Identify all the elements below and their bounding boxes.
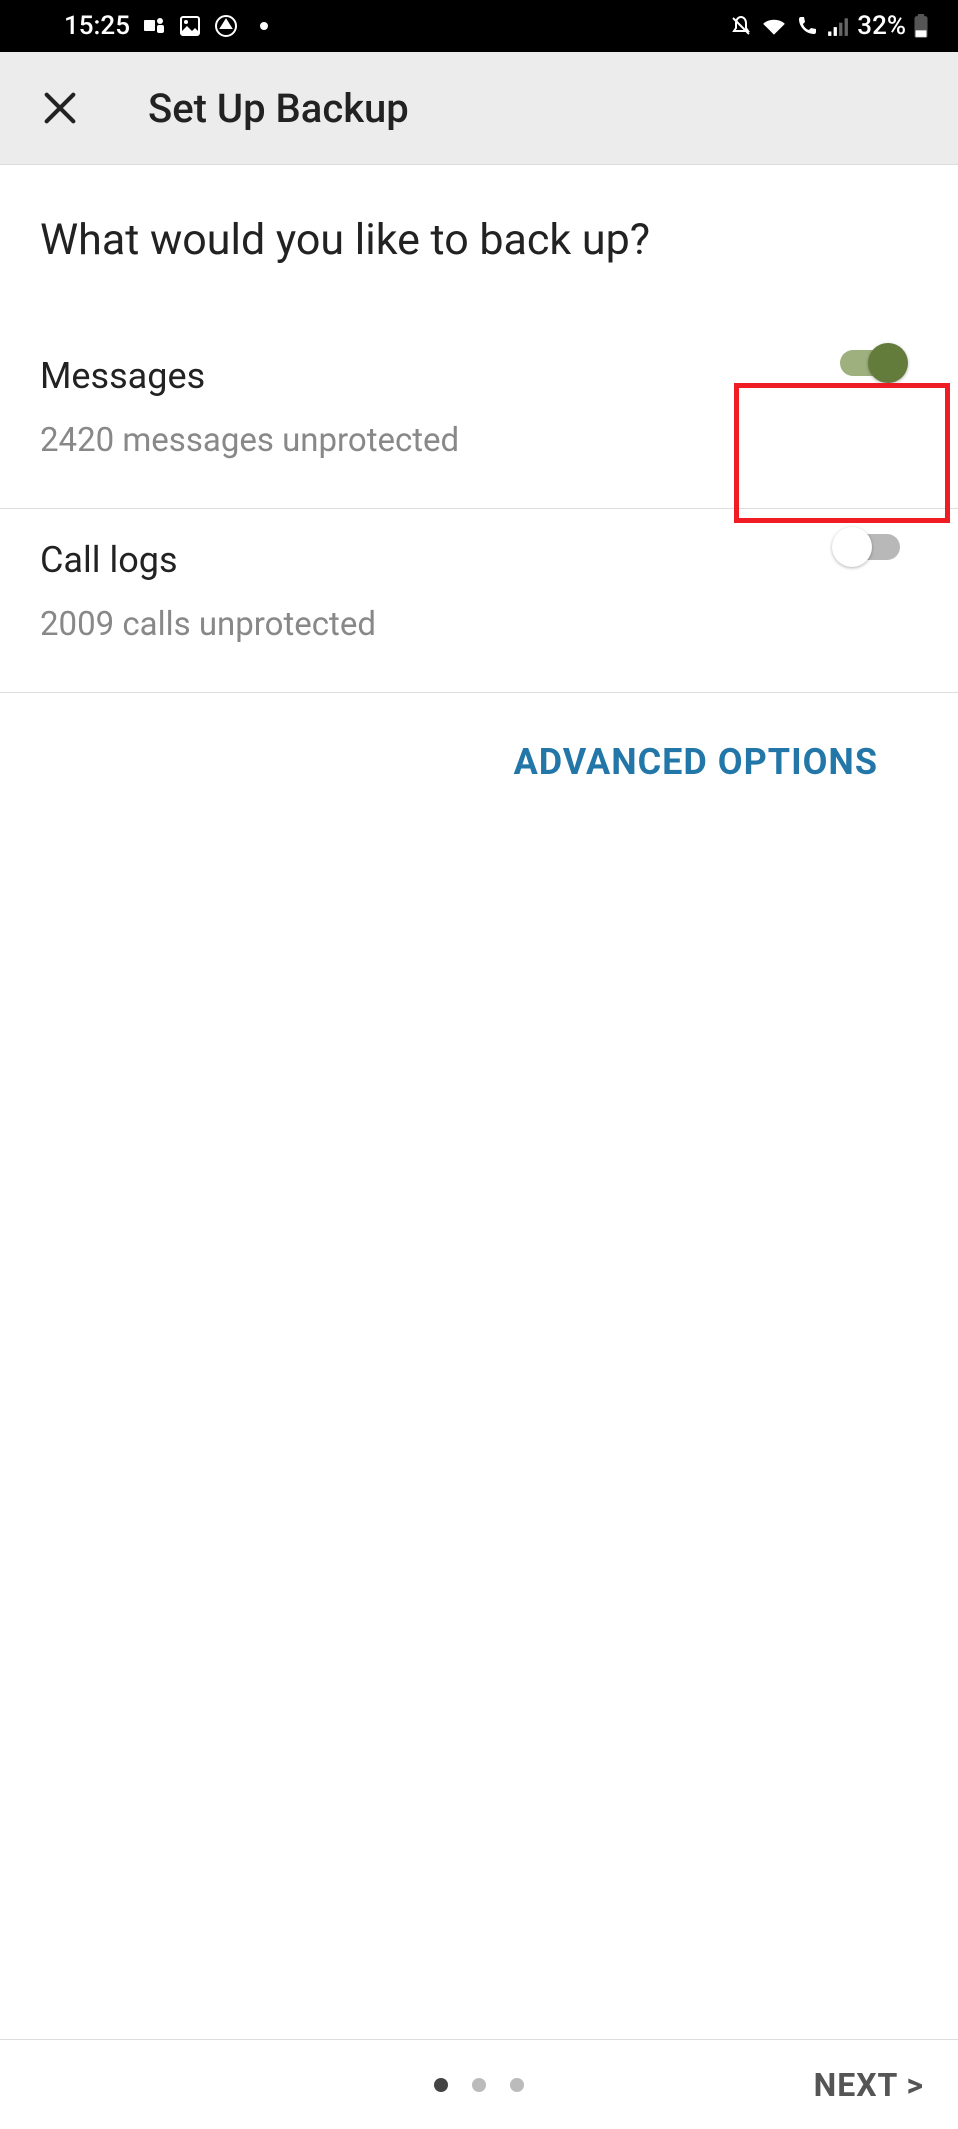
option-messages-subtitle: 2420 messages unprotected (40, 421, 918, 460)
vibrate-icon (729, 14, 753, 38)
wifi-icon (761, 15, 787, 37)
question-heading: What would you like to back up? (40, 215, 918, 265)
messages-toggle[interactable] (832, 343, 908, 383)
close-icon (40, 88, 80, 128)
content-area: What would you like to back up? Messages… (0, 165, 958, 783)
teams-icon (142, 14, 166, 38)
toggle-thumb (832, 527, 872, 567)
footer-bar: NEXT > (0, 2039, 958, 2129)
call-wifi-icon (795, 14, 819, 38)
app-update-icon (214, 14, 238, 38)
battery-percent: 32% (857, 11, 906, 41)
battery-icon (914, 14, 928, 38)
more-notifications-dot (260, 22, 268, 30)
option-call-logs[interactable]: Call logs 2009 calls unprotected (0, 509, 958, 693)
page-indicator (434, 2078, 524, 2092)
option-messages-title: Messages (40, 355, 918, 397)
toggle-thumb (868, 343, 908, 383)
app-bar: Set Up Backup (0, 52, 958, 165)
option-messages[interactable]: Messages 2420 messages unprotected (0, 325, 958, 509)
page-dot-3 (510, 2078, 524, 2092)
advanced-options-link[interactable]: ADVANCED OPTIONS (514, 741, 878, 783)
status-bar: 15:25 32% (0, 0, 958, 52)
status-right: 32% (729, 11, 928, 41)
page-dot-2 (472, 2078, 486, 2092)
close-button[interactable] (30, 78, 90, 138)
image-icon (178, 14, 202, 38)
option-call-logs-subtitle: 2009 calls unprotected (40, 605, 918, 644)
advanced-row: ADVANCED OPTIONS (40, 693, 918, 783)
status-left: 15:25 (64, 11, 268, 41)
option-call-logs-title: Call logs (40, 539, 918, 581)
signal-icon (827, 15, 849, 37)
page-dot-1 (434, 2078, 448, 2092)
page-title: Set Up Backup (148, 85, 409, 132)
call-logs-toggle[interactable] (832, 527, 908, 567)
status-time: 15:25 (64, 11, 130, 41)
next-button[interactable]: NEXT > (814, 2066, 924, 2104)
